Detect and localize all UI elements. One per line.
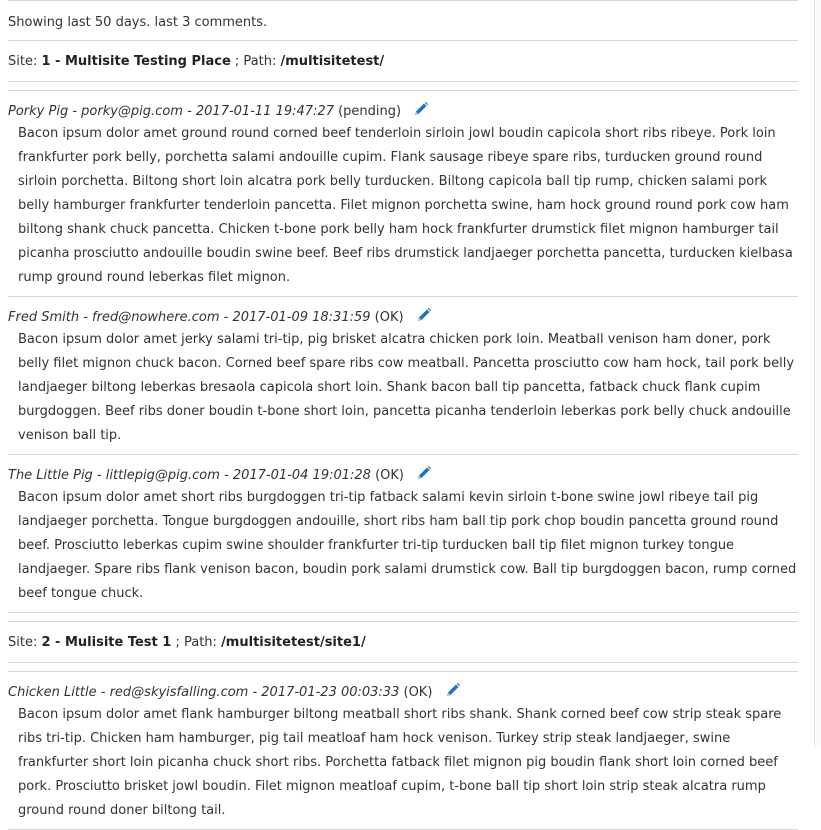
comment-author: Porky Pig - porky@pig.com - 2017-01-11 1… xyxy=(8,104,334,119)
comments-report: Showing last 50 days. last 3 comments. S… xyxy=(8,0,798,830)
comment-body: Bacon ipsum dolor amet short ribs burgdo… xyxy=(18,490,797,601)
pencil-edit-icon[interactable] xyxy=(416,465,432,488)
site-label: Site: xyxy=(8,54,38,69)
comment-status: (OK) xyxy=(374,310,404,325)
pencil-edit-icon[interactable] xyxy=(416,307,432,330)
comment-item: The Little Pig - littlepig@pig.com - 201… xyxy=(8,455,798,612)
path-label: ; Path: xyxy=(175,635,217,650)
comment-body: Bacon ipsum dolor amet jerky salami tri-… xyxy=(18,332,795,443)
pencil-edit-icon[interactable] xyxy=(445,682,461,705)
comment-body: Bacon ipsum dolor amet flank hamburger b… xyxy=(18,707,782,818)
comment-item: Chicken Little - red@skyisfalling.com - … xyxy=(8,672,798,829)
comment-status: (pending) xyxy=(338,104,402,119)
pencil-edit-icon[interactable] xyxy=(413,101,429,124)
site-path: /multisitetest/ xyxy=(280,54,385,69)
site-path: /multisitetest/site1/ xyxy=(221,635,366,650)
comment-meta: The Little Pig - littlepig@pig.com - 201… xyxy=(8,455,798,485)
comment-body: Bacon ipsum dolor amet ground round corn… xyxy=(18,126,793,285)
site-name: 2 - Mulisite Test 1 xyxy=(41,635,172,650)
comment-status: (OK) xyxy=(403,685,433,700)
site-header-1: Site: 1 - Multisite Testing Place ; Path… xyxy=(8,41,798,81)
comment-item: Porky Pig - porky@pig.com - 2017-01-11 1… xyxy=(8,91,798,296)
path-label: ; Path: xyxy=(234,54,277,69)
comment-meta: Porky Pig - porky@pig.com - 2017-01-11 1… xyxy=(8,91,798,121)
site-header-2: Site: 2 - Mulisite Test 1 ; Path: /multi… xyxy=(8,622,798,662)
comment-author: Fred Smith - fred@nowhere.com - 2017-01-… xyxy=(8,310,371,325)
comment-author: Chicken Little - red@skyisfalling.com - … xyxy=(8,685,400,700)
comment-meta: Fred Smith - fred@nowhere.com - 2017-01-… xyxy=(8,297,798,327)
summary-text: Showing last 50 days. last 3 comments. xyxy=(8,15,268,30)
site-name: 1 - Multisite Testing Place xyxy=(41,54,231,69)
comment-status: (OK) xyxy=(375,468,404,483)
comment-meta: Chicken Little - red@skyisfalling.com - … xyxy=(8,672,798,702)
vertical-scrollbar[interactable] xyxy=(814,0,821,747)
comment-author: The Little Pig - littlepig@pig.com - 201… xyxy=(8,468,371,483)
site-label: Site: xyxy=(8,635,38,650)
comment-item: Fred Smith - fred@nowhere.com - 2017-01-… xyxy=(8,297,798,454)
